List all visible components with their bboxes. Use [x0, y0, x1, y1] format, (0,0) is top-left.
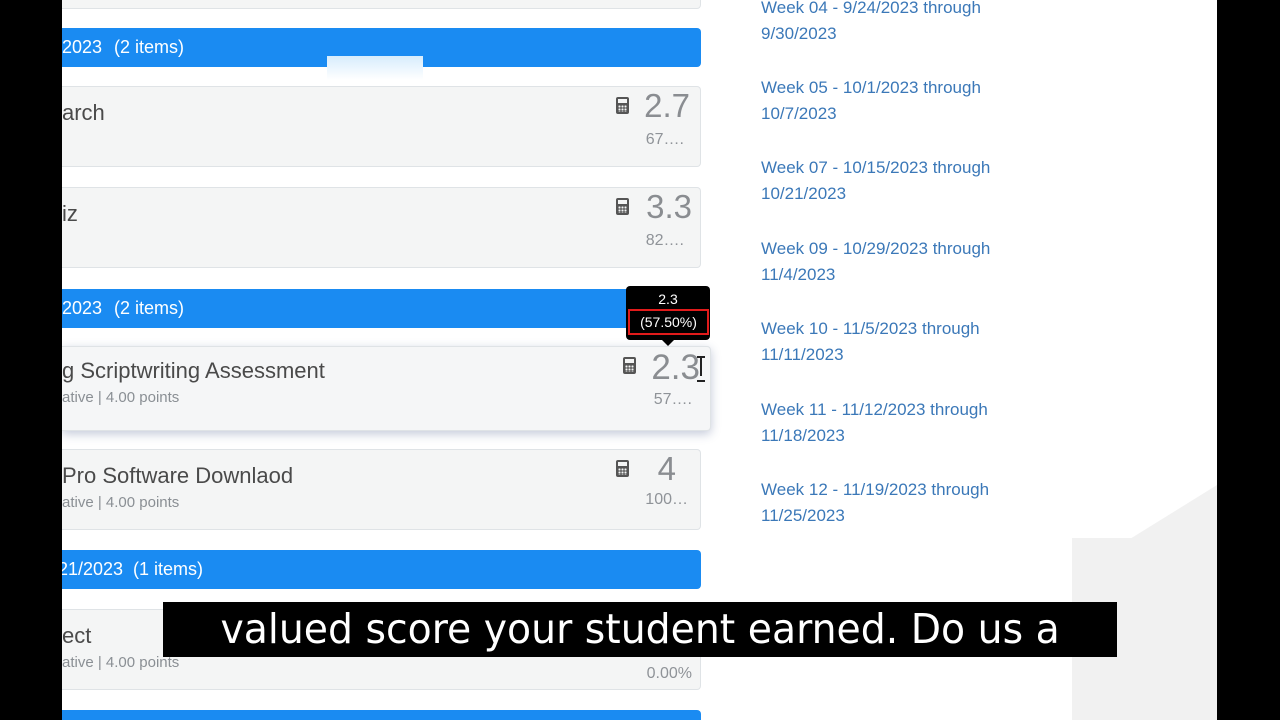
week-link-range: Week 04 - 9/24/2023 through	[761, 0, 981, 17]
calculator-icon	[616, 198, 629, 215]
grade-card[interactable]: arch 2.7 67….	[62, 86, 701, 167]
week-group-header[interactable]	[62, 710, 701, 720]
grade-card-hovered[interactable]: g Scriptwriting Assessment ative | 4.00 …	[62, 346, 711, 431]
week-link-end: 11/18/2023	[761, 426, 845, 445]
calculator-icon	[623, 357, 636, 374]
week-link[interactable]: Week 04 - 9/24/2023 through 9/30/2023	[761, 0, 1061, 47]
week-link-end: 10/21/2023	[761, 184, 847, 203]
week-group-header[interactable]: 2023 (2 items)	[62, 289, 701, 328]
group-item-count: (1 items)	[133, 559, 204, 579]
assignment-title: Pro Software Downlaod	[62, 463, 294, 488]
grade-percent: 57….	[653, 391, 692, 408]
week-link[interactable]: Week 10 - 11/5/2023 through 11/11/2023	[761, 316, 1061, 368]
grade-score[interactable]: 2.3	[651, 348, 700, 388]
week-link[interactable]: Week 11 - 11/12/2023 through 11/18/2023	[761, 397, 1061, 449]
assignment-meta: ative | 4.00 points	[62, 494, 180, 511]
screen-glare	[327, 56, 423, 80]
week-link-end: 11/11/2023	[761, 345, 844, 364]
grade-card[interactable]: iz 3.3 82….	[62, 187, 701, 268]
week-link-range: Week 05 - 10/1/2023 through	[761, 78, 981, 97]
grade-percent: 100…	[645, 491, 688, 508]
caption-text: valued score your student earned. Do us …	[220, 605, 1060, 653]
week-link[interactable]: Week 07 - 10/15/2023 through 10/21/2023	[761, 155, 1061, 207]
week-group-header[interactable]: 21/2023 (1 items)	[62, 550, 701, 589]
tooltip-arrow	[662, 340, 674, 346]
grade-score: 3.3	[646, 188, 692, 225]
week-link-range: Week 12 - 11/19/2023 through	[761, 480, 990, 499]
grade-tooltip: 2.3 (57.50%)	[626, 286, 710, 346]
calculator-icon	[616, 460, 629, 477]
grade-percent: 0.00%	[646, 665, 692, 682]
week-link[interactable]: Week 12 - 11/19/2023 through 11/25/2023	[761, 477, 1061, 529]
week-link-range: Week 09 - 10/29/2023 through	[761, 239, 991, 258]
week-link-range: Week 11 - 11/12/2023 through	[761, 400, 988, 419]
week-link-range: Week 07 - 10/15/2023 through	[761, 158, 991, 177]
assignment-title: ect	[62, 623, 92, 648]
assignment-title: iz	[62, 201, 78, 226]
tooltip-score: 2.3	[658, 291, 678, 307]
grade-card[interactable]: Pro Software Downlaod ative | 4.00 point…	[62, 449, 701, 530]
group-date: 2023	[62, 37, 103, 57]
video-caption: valued score your student earned. Do us …	[163, 602, 1117, 657]
grade-score: 4	[657, 450, 676, 487]
week-link-end: 9/30/2023	[761, 24, 837, 43]
text-cursor-icon	[697, 356, 705, 382]
assignment-title: g Scriptwriting Assessment	[62, 358, 325, 383]
grade-score: 2.7	[644, 87, 690, 124]
group-date: 21/2023	[62, 559, 124, 579]
assignment-meta: ative | 4.00 points	[62, 654, 180, 671]
group-item-count: (2 items)	[114, 37, 185, 57]
assignment-title: arch	[62, 100, 105, 125]
grade-card-partial[interactable]	[62, 0, 701, 9]
week-link[interactable]: Week 05 - 10/1/2023 through 10/7/2023	[761, 75, 1061, 127]
group-item-count: (2 items)	[114, 298, 185, 318]
week-link-end: 10/7/2023	[761, 104, 837, 123]
grade-percent: 67….	[645, 131, 684, 148]
week-link[interactable]: Week 09 - 10/29/2023 through 11/4/2023	[761, 236, 1061, 288]
calculator-icon	[616, 97, 629, 114]
group-date: 2023	[62, 298, 103, 318]
grade-percent: 82….	[645, 232, 684, 249]
week-link-range: Week 10 - 11/5/2023 through	[761, 319, 980, 338]
tooltip-percent: (57.50%)	[628, 309, 709, 335]
week-link-end: 11/25/2023	[761, 506, 845, 525]
assignment-meta: ative | 4.00 points	[62, 389, 180, 406]
week-link-end: 11/4/2023	[761, 265, 836, 284]
